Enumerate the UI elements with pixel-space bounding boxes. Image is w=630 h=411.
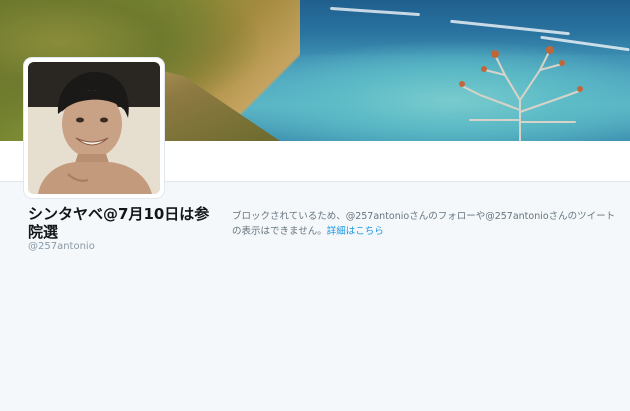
profile-name[interactable]: シンタヤベ@7月10日は参院選 xyxy=(28,205,218,241)
banner-tree xyxy=(459,46,583,141)
avatar-image xyxy=(28,62,160,194)
blocked-notice: ブロックされているため、@257antonioさんのフォローや@257anton… xyxy=(232,209,622,239)
avatar[interactable] xyxy=(24,58,164,198)
blocked-notice-text: ブロックされているため、@257antonioさんのフォローや@257anton… xyxy=(232,211,616,237)
profile-photo xyxy=(28,62,160,194)
profile-page: シンタヤベ@7月10日は参院選 @257antonio ブロックされているため、… xyxy=(0,0,630,411)
learn-more-link[interactable]: 詳細はこちら xyxy=(327,226,384,237)
profile-handle[interactable]: @257antonio xyxy=(28,241,95,252)
